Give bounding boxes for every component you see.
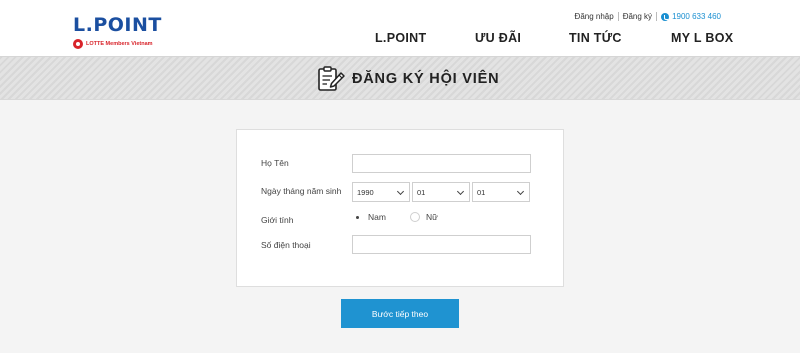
dob-day-value: 01	[477, 187, 486, 197]
nav-item-tin-tuc[interactable]: TIN TỨC	[569, 31, 622, 45]
gender-female-label: Nữ	[426, 212, 438, 222]
login-link[interactable]: Đăng nhập	[575, 12, 614, 21]
dob-month-select[interactable]: 01	[412, 182, 470, 202]
radio-unchecked-icon	[410, 212, 420, 222]
page-title-banner: ĐĂNG KÝ HỘI VIÊN	[0, 56, 800, 100]
phone-label: Số điện thoại	[261, 240, 311, 250]
page-title: ĐĂNG KÝ HỘI VIÊN	[352, 71, 500, 87]
dob-day-select[interactable]: 01	[472, 182, 530, 202]
gender-radio-female[interactable]: Nữ	[410, 212, 438, 222]
phone-input[interactable]	[352, 235, 531, 254]
dob-year-select[interactable]: 1990	[352, 182, 410, 202]
gender-radio-male[interactable]: Nam	[352, 212, 386, 222]
nav-item-uu-dai[interactable]: ƯU ĐÃI	[475, 31, 521, 45]
gender-label: Giới tính	[261, 215, 294, 225]
radio-checked-icon	[352, 212, 362, 222]
register-link[interactable]: Đăng ký	[623, 12, 652, 21]
hotline[interactable]: 1900 633 460	[661, 12, 721, 21]
nav-item-lpoint[interactable]: L.POINT	[375, 31, 426, 45]
dob-year-value: 1990	[357, 187, 374, 197]
gender-male-label: Nam	[368, 212, 386, 222]
chevron-down-icon	[516, 187, 525, 196]
page-title-group: ĐĂNG KÝ HỘI VIÊN	[316, 65, 499, 93]
chevron-down-icon	[396, 187, 405, 196]
registration-form: Họ Tên Ngày tháng năm sinh 1990 01 01 Gi…	[236, 129, 564, 287]
form-edit-icon	[318, 66, 345, 91]
utility-links: Đăng nhập Đăng ký 1900 633 460	[575, 12, 721, 21]
hotline-number: 1900 633 460	[672, 12, 721, 21]
nav-item-my-l-box[interactable]: MY L BOX	[671, 31, 733, 45]
next-step-button[interactable]: Bước tiếp theo	[341, 299, 459, 328]
site-header: L.POINT LOTTE Members Vietnam Đăng nhập …	[0, 0, 800, 56]
name-input[interactable]	[352, 154, 531, 173]
dob-month-value: 01	[417, 187, 426, 197]
name-label: Họ Tên	[261, 158, 289, 168]
utility-divider	[656, 12, 658, 21]
dob-label: Ngày tháng năm sinh	[261, 186, 342, 196]
main-nav: L.POINT ƯU ĐÃI TIN TỨC MY L BOX	[0, 31, 800, 47]
chevron-down-icon	[456, 187, 465, 196]
phone-icon	[661, 12, 670, 21]
utility-divider	[617, 12, 619, 21]
